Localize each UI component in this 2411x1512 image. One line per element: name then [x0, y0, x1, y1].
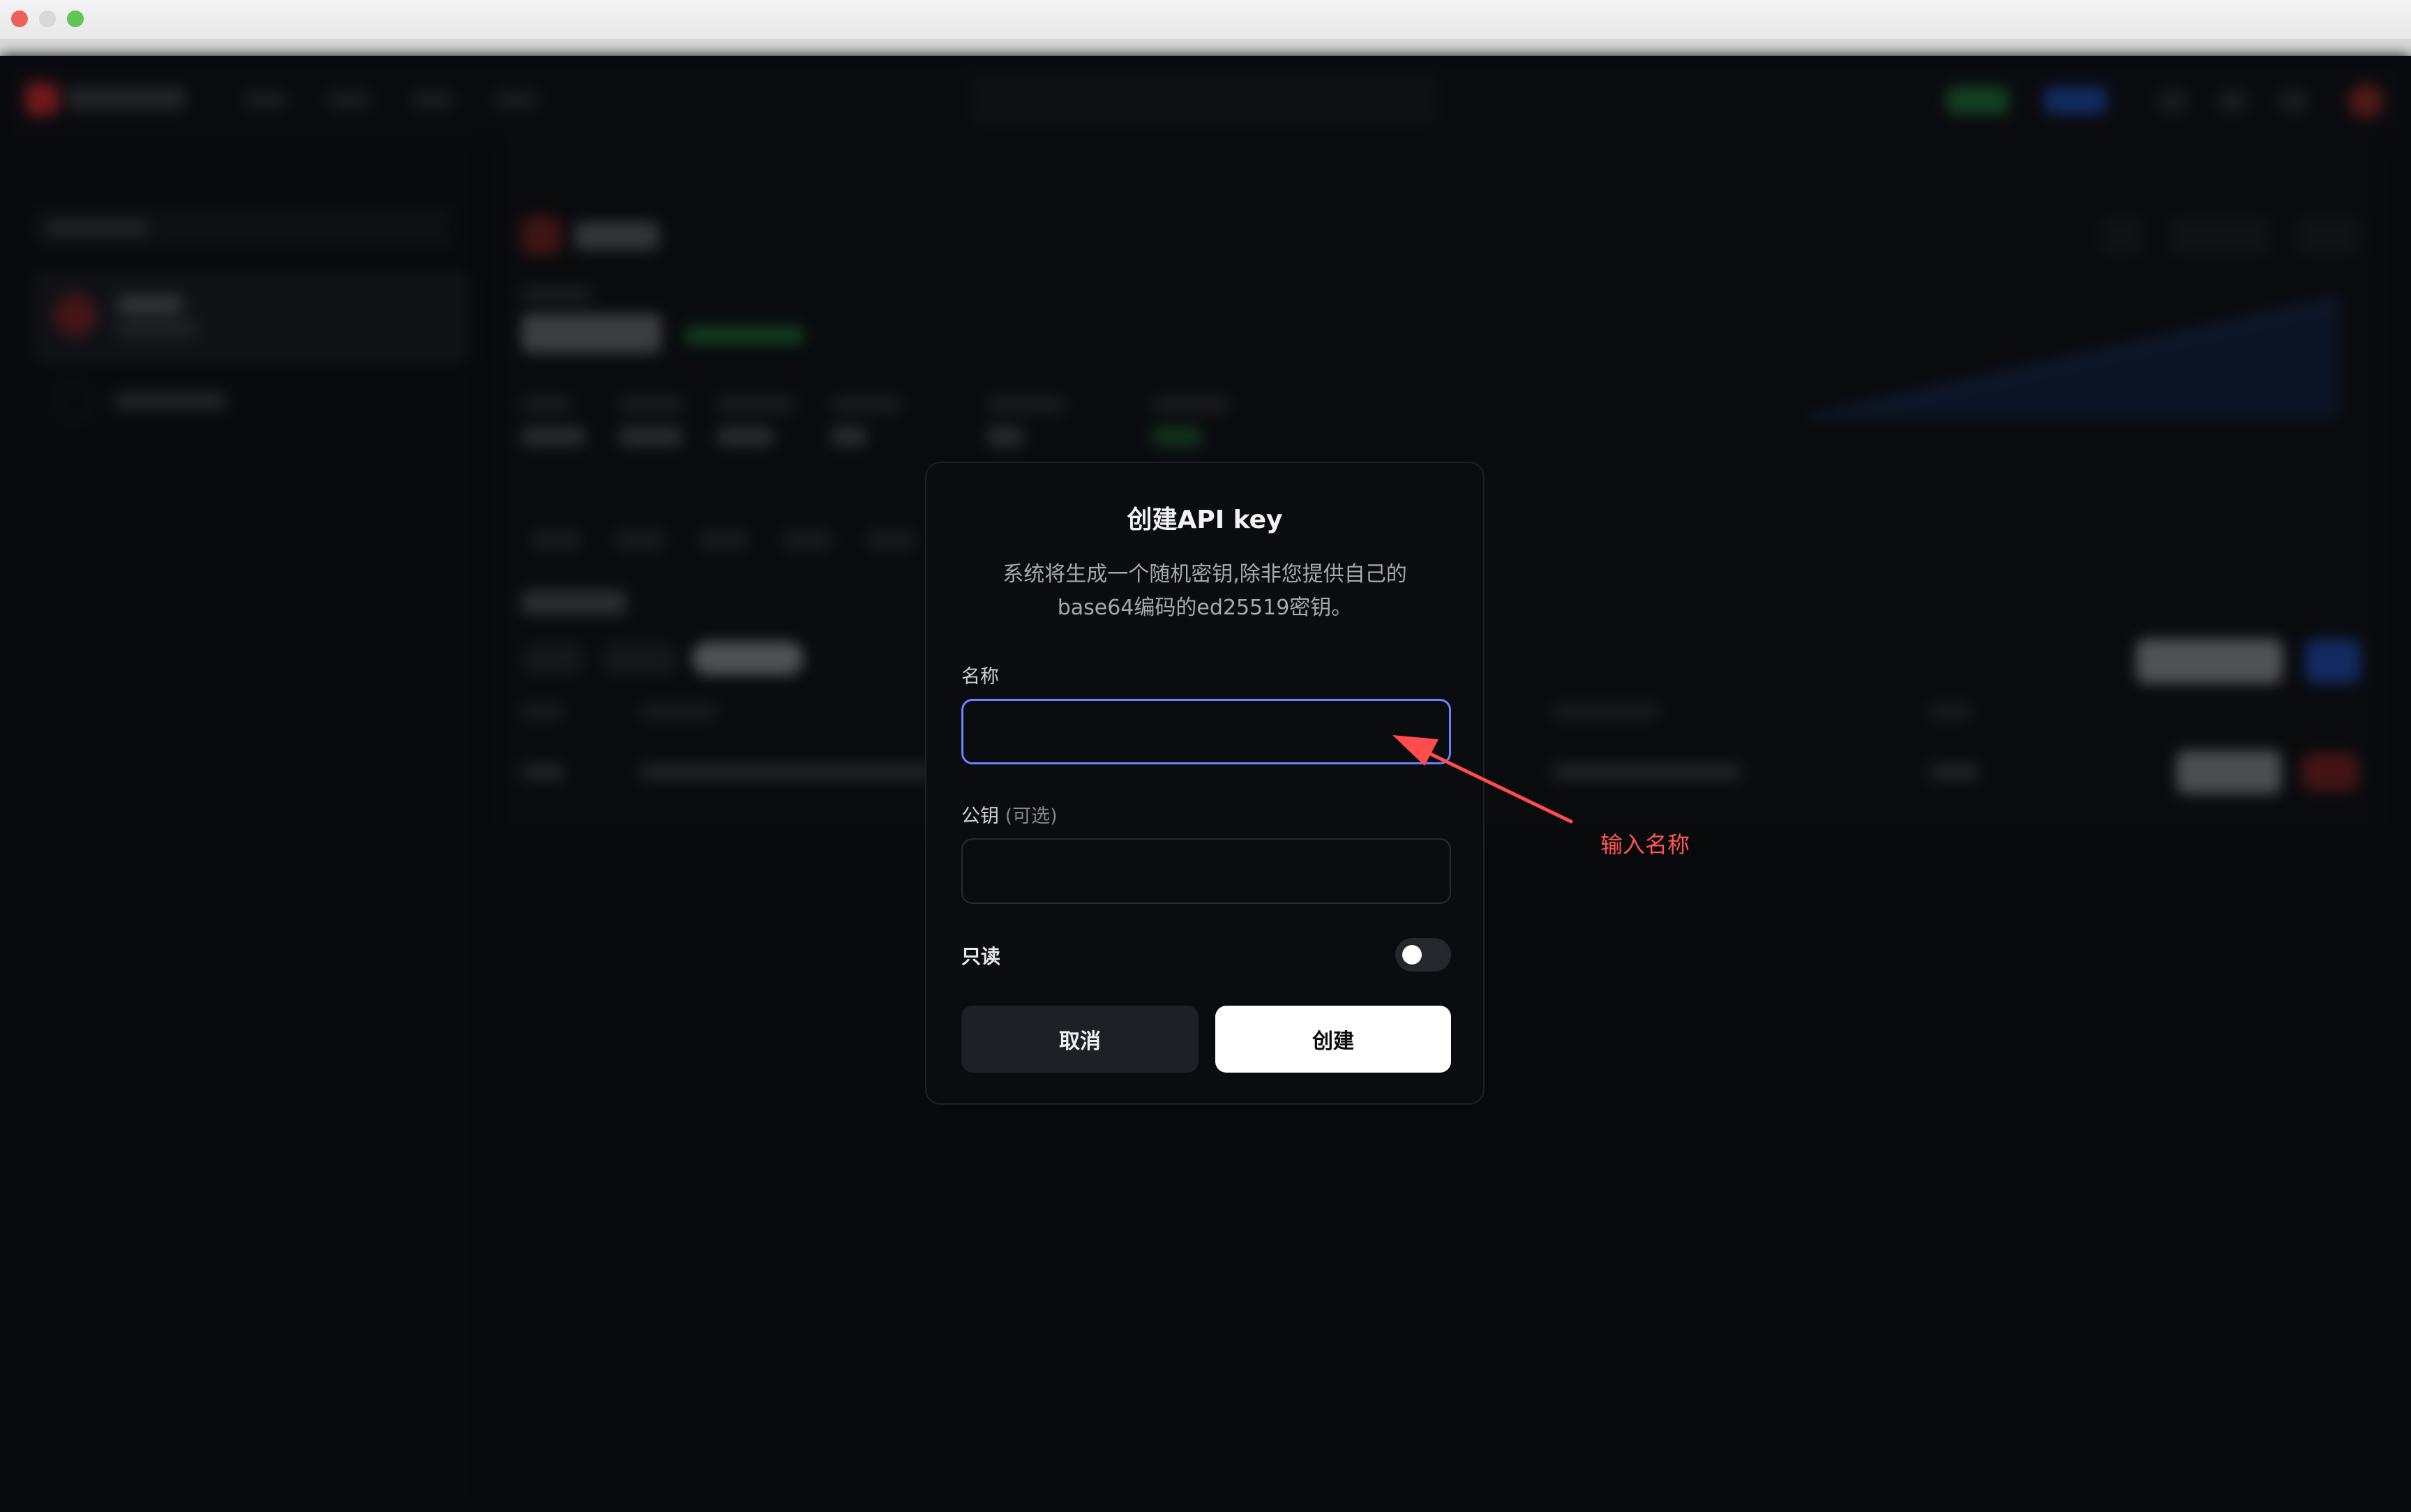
window-titlebar — [0, 0, 2411, 39]
public-key-label: 公钥 (可选) — [961, 801, 1058, 828]
maximize-window-button[interactable] — [67, 10, 84, 27]
readonly-toggle[interactable] — [1395, 938, 1451, 972]
annotation-label: 输入名称 — [1600, 831, 1690, 858]
optional-hint: (可选) — [1005, 806, 1058, 827]
dialog-description: 系统将生成一个随机密钥,除非您提供自己的base64编码的ed25519密钥。 — [1002, 562, 1407, 620]
close-window-button[interactable] — [11, 10, 28, 27]
public-key-input[interactable] — [961, 838, 1451, 904]
minimize-window-button[interactable] — [39, 10, 56, 27]
create-button[interactable]: 创建 — [1215, 1006, 1451, 1073]
name-label: 名称 — [961, 666, 999, 688]
titlebar-divider — [0, 39, 2411, 56]
public-key-label-text: 公钥 — [961, 806, 999, 827]
dialog-title: 创建API key — [1127, 506, 1283, 534]
cancel-button[interactable]: 取消 — [961, 1006, 1199, 1073]
name-input[interactable] — [961, 699, 1451, 764]
readonly-label: 只读 — [961, 945, 1001, 968]
toggle-knob — [1402, 945, 1422, 965]
create-api-key-dialog: 创建API key 系统将生成一个随机密钥,除非您提供自己的base64编码的e… — [925, 462, 1485, 1105]
